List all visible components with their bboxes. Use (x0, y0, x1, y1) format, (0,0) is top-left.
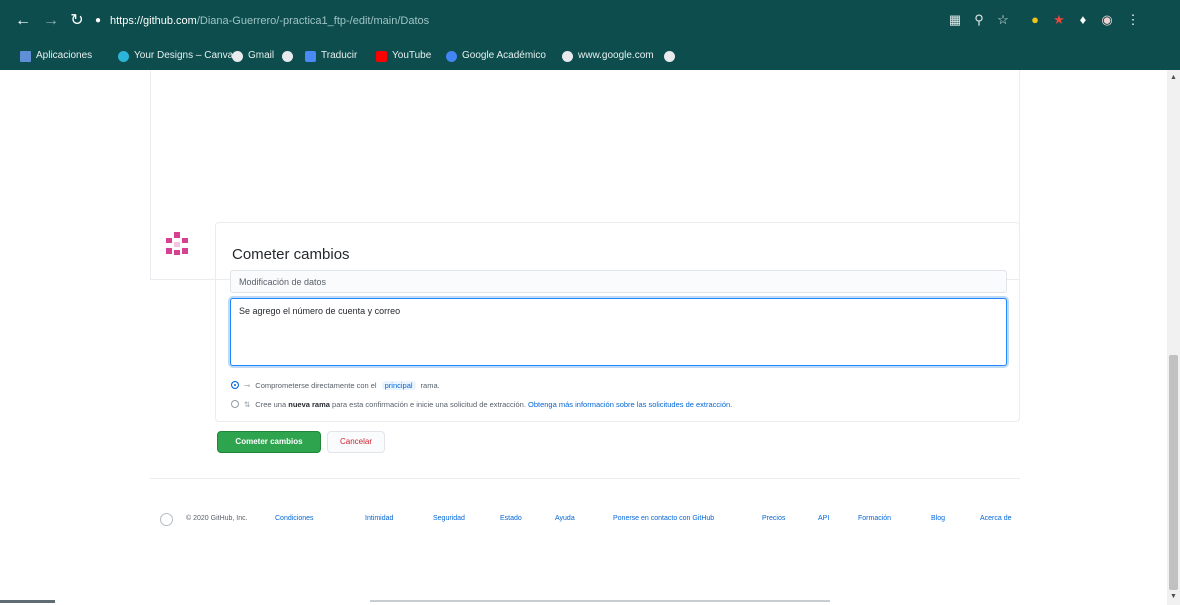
footer-link-security[interactable]: Seguridad (433, 515, 465, 522)
bookmark-scholar[interactable]: Google Académico (446, 48, 546, 64)
browser-chrome: ← → ↻ ● https://github.com/Diana-Guerrer… (0, 0, 1180, 70)
lock-icon: ● (95, 15, 102, 26)
commit-direct-option[interactable]: ⊸ Comprometerse directamente con el prin… (231, 378, 440, 392)
bookmark-translate[interactable]: Traducir (305, 48, 357, 64)
footer-link-training[interactable]: Formación (858, 515, 891, 522)
extension-icon[interactable]: ● (1026, 11, 1044, 29)
git-commit-icon: ⊸ (244, 380, 251, 390)
bookmark-globe-2[interactable] (664, 48, 675, 64)
scroll-up-arrow-icon[interactable]: ▲ (1167, 72, 1180, 84)
copyright-text: © 2020 GitHub, Inc. (186, 515, 248, 522)
footer-link-api[interactable]: API (818, 515, 829, 522)
canva-icon (118, 50, 129, 62)
globe-icon (232, 50, 243, 62)
bookmark-label: Your Designs – Canva (134, 50, 234, 61)
url-path: /Diana-Guerrero/-practica1_ftp-/edit/mai… (196, 15, 430, 27)
commit-description-textarea[interactable]: Se agrego el número de cuenta y correo (230, 298, 1007, 366)
pull-request-icon: ⇅ (244, 399, 251, 409)
scroll-thumb[interactable] (1169, 355, 1178, 590)
translate-page-icon[interactable]: ▦ (946, 11, 964, 29)
back-arrow-icon[interactable]: ← (12, 10, 34, 32)
forward-arrow-icon[interactable]: → (40, 10, 62, 32)
bookmark-canva[interactable]: Your Designs – Canva (118, 48, 233, 64)
commit-summary-input[interactable] (230, 270, 1007, 293)
github-logo-icon[interactable] (160, 513, 173, 526)
branch-name-tag: principal (381, 380, 416, 390)
vertical-scrollbar[interactable]: ▲ ▼ (1167, 70, 1180, 605)
translate-icon (305, 50, 316, 62)
scroll-down-arrow-icon[interactable]: ▼ (1167, 591, 1180, 603)
reload-icon[interactable]: ↻ (66, 10, 88, 32)
bookmark-label: Gmail (248, 50, 275, 61)
page-footer: © 2020 GitHub, Inc. Condiciones Intimida… (150, 508, 1020, 532)
user-avatar (166, 232, 188, 255)
learn-more-link[interactable]: Obtenga más información sobre las solici… (528, 400, 732, 409)
footer-link-privacy[interactable]: Intimidad (365, 515, 393, 522)
globe-icon (562, 50, 573, 62)
option-new-prefix: Cree una (255, 399, 287, 409)
extension-red-icon[interactable]: ★ (1050, 11, 1068, 29)
bookmark-label: Google Académico (462, 50, 546, 61)
option-direct-suffix: rama. (420, 380, 440, 390)
footer-link-about[interactable]: Acerca de (980, 515, 1012, 522)
browser-toolbar: ← → ↻ ● https://github.com/Diana-Guerrer… (0, 0, 1180, 42)
option-new-bold: nueva rama (288, 399, 330, 409)
footer-link-blog[interactable]: Blog (931, 515, 945, 522)
profile-avatar-icon[interactable]: ◉ (1098, 11, 1116, 29)
star-bookmark-icon[interactable]: ☆ (994, 11, 1012, 29)
apps-grid-icon (20, 50, 31, 62)
globe-icon (664, 50, 675, 62)
bookmark-gmail[interactable]: Gmail (232, 48, 274, 64)
radio-new-branch[interactable] (231, 400, 239, 408)
bookmark-youtube[interactable]: YouTube (376, 48, 431, 64)
option-direct-text: Comprometerse directamente con el (255, 380, 377, 390)
menu-dots-icon[interactable]: ⋮ (1124, 11, 1142, 29)
address-bar[interactable]: https://github.com/Diana-Guerrero/-pract… (110, 13, 429, 29)
bookmark-apps[interactable]: Aplicaciones (20, 48, 92, 64)
footer-link-terms[interactable]: Condiciones (275, 515, 314, 522)
search-icon[interactable]: ⚲ (970, 11, 988, 29)
radio-direct[interactable] (231, 381, 239, 389)
bookmark-label: YouTube (392, 50, 432, 61)
commit-changes-button[interactable]: Cometer cambios (217, 431, 321, 453)
bottom-scroll-indicator (0, 598, 1167, 605)
bookmark-label: Traducir (321, 50, 358, 61)
footer-link-status[interactable]: Estado (500, 515, 522, 522)
bookmark-label: www.google.com (578, 50, 654, 61)
commit-title: Cometer cambios (232, 246, 350, 263)
footer-divider (150, 478, 1020, 479)
commit-new-branch-option[interactable]: ⇅ Cree una nueva rama para esta confirma… (231, 397, 732, 411)
extensions-puzzle-icon[interactable]: ♦ (1074, 11, 1092, 29)
footer-link-contact[interactable]: Ponerse en contacto con GitHub (613, 515, 714, 522)
globe-icon (282, 50, 293, 62)
bottom-bar-track (370, 600, 830, 602)
footer-link-help[interactable]: Ayuda (555, 515, 575, 522)
cancel-button[interactable]: Cancelar (327, 431, 385, 453)
bottom-bar-segment (0, 600, 55, 603)
footer-link-pricing[interactable]: Precios (762, 515, 785, 522)
youtube-icon (376, 50, 387, 62)
bookmarks-bar: Aplicaciones Your Designs – Canva Gmail … (0, 42, 1180, 70)
url-host: https://github.com (110, 15, 197, 27)
scholar-icon (446, 50, 457, 62)
bookmark-globe[interactable] (282, 48, 293, 64)
bookmark-label: Aplicaciones (36, 50, 93, 61)
option-new-text: para esta confirmación e inicie una soli… (332, 399, 526, 409)
bookmark-google[interactable]: www.google.com (562, 48, 654, 64)
